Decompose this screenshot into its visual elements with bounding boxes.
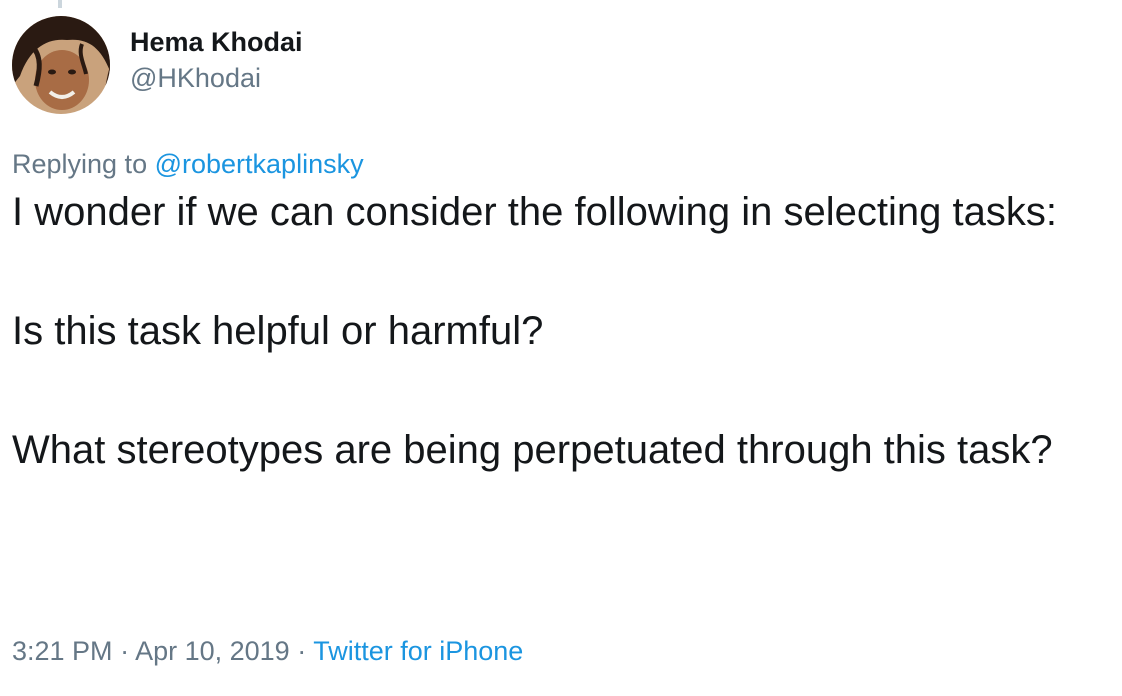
tweet-header: Hema Khodai @HKhodai [12,16,303,114]
author-handle[interactable]: @HKhodai [130,60,303,96]
avatar[interactable] [12,16,110,114]
replying-to: Replying to @robertkaplinsky [12,146,364,182]
meta-separator: · [289,636,314,666]
meta-separator: · [112,636,136,666]
replying-to-label: Replying to [12,149,155,179]
tweet-paragraph: I wonder if we can consider the followin… [12,190,1057,234]
tweet-date[interactable]: Apr 10, 2019 [135,636,290,666]
author-names: Hema Khodai @HKhodai [130,24,303,96]
tweet-paragraph: Is this task helpful or harmful? [12,309,544,353]
replying-to-mention[interactable]: @robertkaplinsky [155,149,364,179]
tweet-text: I wonder if we can consider the followin… [12,183,1112,481]
tweet-time[interactable]: 3:21 PM [12,636,113,666]
avatar-photo-icon [12,16,110,114]
tweet-paragraph: What stereotypes are being perpetuated t… [12,428,1053,472]
tweet-source-link[interactable]: Twitter for iPhone [313,636,523,666]
thread-connector-line [58,0,62,8]
tweet-meta: 3:21 PM · Apr 10, 2019 · Twitter for iPh… [12,633,523,669]
author-display-name[interactable]: Hema Khodai [130,24,303,60]
